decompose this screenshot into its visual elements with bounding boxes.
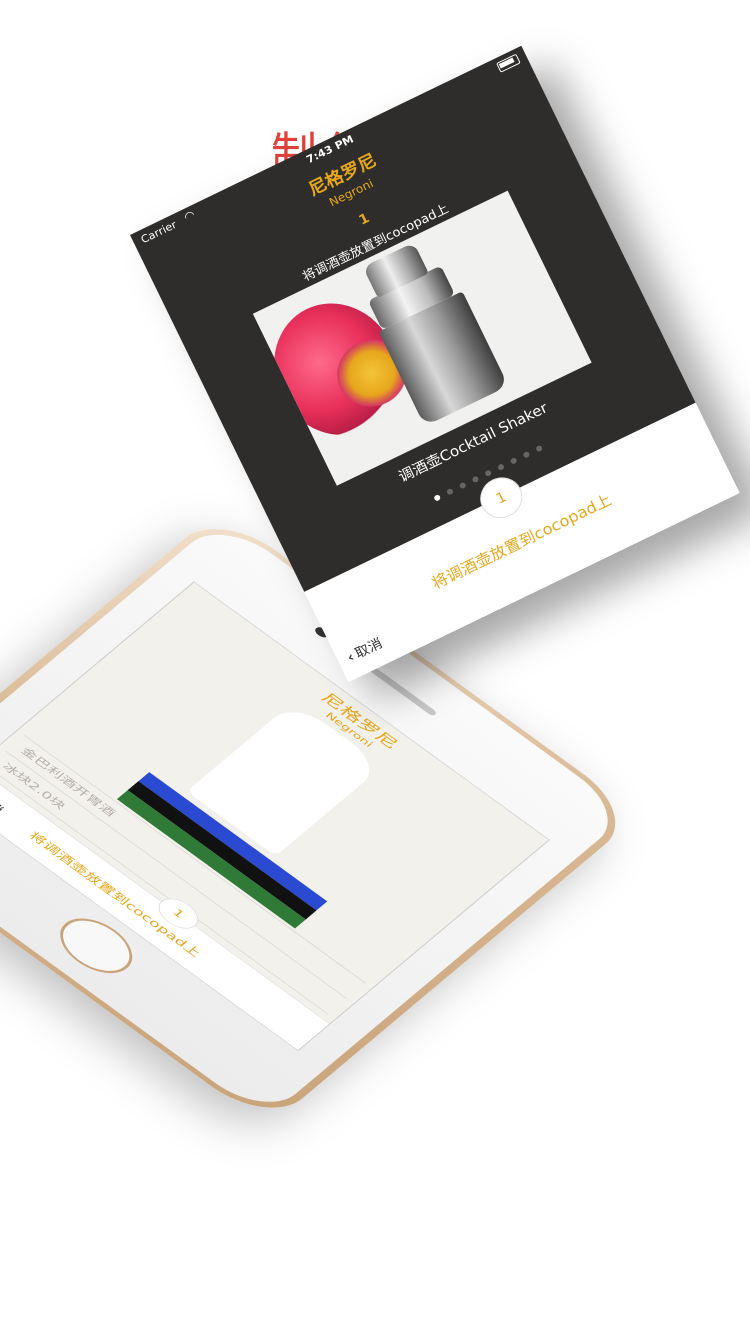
page-dot[interactable] [509, 457, 518, 465]
page-dot[interactable] [445, 487, 454, 496]
back-screen: 尼格罗尼 Negroni 金巴利酒开胃酒 冰块2.0块 干式金酒30.0ml 1… [0, 581, 550, 1052]
cancel-label: 取消 [352, 635, 386, 662]
page-dot[interactable] [433, 493, 442, 502]
showcase: 尼格罗尼 Negroni 金巴利酒开胃酒 冰块2.0块 干式金酒30.0ml 1… [0, 0, 750, 1335]
page-dot[interactable] [496, 463, 505, 471]
page-dot[interactable] [458, 481, 467, 490]
page-dot[interactable] [535, 444, 544, 453]
page-dot[interactable] [522, 450, 531, 459]
page-dot[interactable] [484, 469, 493, 478]
back-cancel-label: 取消 [0, 788, 7, 816]
page-dot[interactable] [471, 475, 480, 484]
cancel-button[interactable]: ‹取消 [344, 633, 386, 666]
